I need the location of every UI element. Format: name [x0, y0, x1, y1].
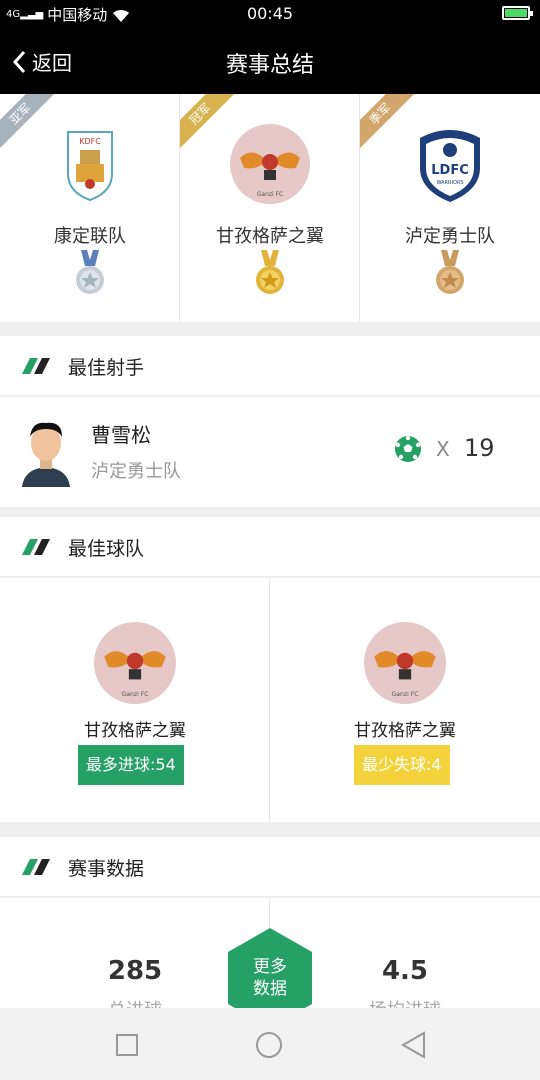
gold-medal-icon	[256, 250, 284, 294]
svg-text:LDFC: LDFC	[431, 163, 469, 178]
team-name: 甘孜格萨之翼	[216, 226, 324, 247]
soccer-ball-icon	[395, 435, 421, 462]
best-team-card-most-goals[interactable]: Ganzi FC 甘孜格萨之翼	[0, 578, 270, 822]
silver-medal-icon	[76, 250, 104, 294]
section-mark-icon	[22, 358, 50, 374]
svg-text:Ganzi FC: Ganzi FC	[257, 191, 284, 198]
section-header-best-team: 最佳球队	[0, 517, 540, 577]
most-goals-badge: 最多进球:54	[78, 745, 184, 785]
ganzi-team-logo: Ganzi FC	[94, 622, 176, 704]
team-name: 甘孜格萨之翼	[84, 721, 186, 741]
luding-team-logo: LDFC WARRIORS	[420, 130, 480, 202]
system-nav-bar	[0, 1008, 540, 1080]
team-name: 泸定勇士队	[405, 226, 495, 247]
battery-icon	[502, 6, 533, 20]
podium-slot-second[interactable]: 亚军 KDFC 康定联队	[0, 94, 180, 322]
total-goals-label: 总进球	[60, 996, 210, 1008]
player-name: 曹雪松	[91, 423, 151, 447]
bronze-medal-icon	[436, 250, 464, 294]
top-scorer-row[interactable]: 曹雪松 泸定勇士队 X 19	[0, 397, 540, 507]
svg-text:Ganzi FC: Ganzi FC	[121, 691, 148, 698]
player-avatar	[18, 415, 74, 487]
fewest-conceded-badge: 最少失球:4	[354, 745, 450, 785]
kangding-team-logo: KDFC	[67, 131, 113, 202]
section-title: 最佳射手	[68, 357, 145, 379]
podium-slot-third[interactable]: 季军 LDFC WARRIORS 泸定勇士队	[360, 94, 540, 322]
more-data-label: 更多 数据	[226, 956, 314, 1000]
player-team: 泸定勇士队	[91, 461, 181, 482]
back-triangle-icon[interactable]	[398, 1030, 428, 1060]
section-header-top-scorer: 最佳射手	[0, 336, 540, 396]
section-title: 赛事数据	[68, 858, 145, 880]
team-name: 甘孜格萨之翼	[354, 721, 456, 741]
section-header-stats: 赛事数据	[0, 837, 540, 897]
section-title: 最佳球队	[68, 538, 145, 560]
goal-count: 19	[464, 434, 495, 462]
svg-text:KDFC: KDFC	[79, 137, 101, 146]
home-circle-icon[interactable]	[254, 1030, 284, 1060]
team-name: 康定联队	[54, 226, 126, 247]
page-title: 赛事总结	[225, 53, 314, 78]
more-data-line2: 数据	[253, 979, 287, 999]
ganzi-team-logo: Ganzi FC	[230, 124, 310, 204]
section-mark-icon	[22, 859, 50, 875]
total-goals-value: 285	[107, 956, 163, 986]
ganzi-team-logo: Ganzi FC	[364, 622, 446, 704]
status-time: 00:45	[246, 4, 294, 23]
podium: 亚军 KDFC 康定联队 冠军 Ganzi FC 甘孜格萨之翼 季军 LDFC …	[0, 94, 540, 322]
status-bar: 4G▂▃▅ 中国移动 00:45	[0, 0, 540, 27]
more-data-line1: 更多	[253, 957, 287, 977]
section-mark-icon	[22, 539, 50, 555]
podium-slot-first[interactable]: 冠军 Ganzi FC 甘孜格萨之翼	[180, 94, 360, 322]
app-header: 返回 赛事总结	[0, 27, 540, 94]
multiply-sign: X	[436, 437, 450, 461]
best-team-card-fewest-conceded[interactable]: Ganzi FC 甘孜格萨之翼	[270, 578, 540, 822]
best-team-cards: Ganzi FC 甘孜格萨之翼 Ganzi FC 甘孜格萨之翼 最多进球:54 …	[0, 578, 540, 822]
svg-text:WARRIORS: WARRIORS	[436, 180, 463, 186]
avg-goals-value: 4.5	[381, 956, 429, 986]
avg-goals-label: 场均进球	[330, 996, 480, 1008]
svg-text:Ganzi FC: Ganzi FC	[391, 691, 418, 698]
recents-square-icon[interactable]	[112, 1030, 142, 1060]
